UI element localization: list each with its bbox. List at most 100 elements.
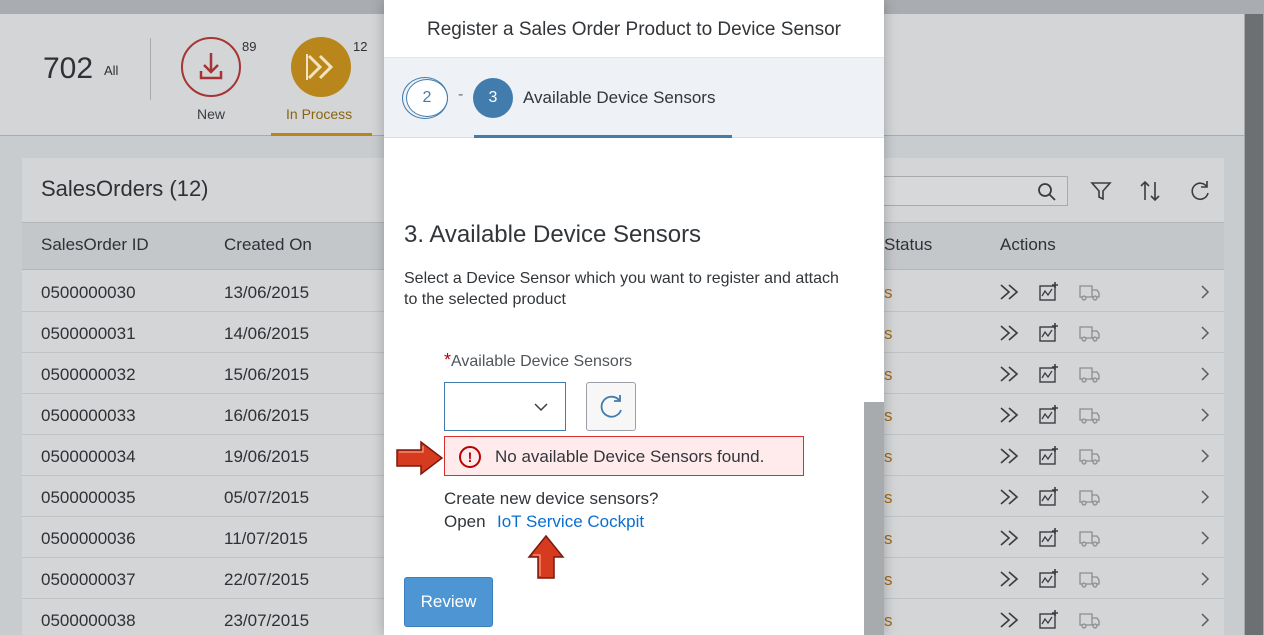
- fast-forward-icon: [306, 54, 334, 80]
- truck-icon[interactable]: [1078, 486, 1100, 508]
- status-cell: s: [884, 406, 893, 425]
- column-header-status[interactable]: Status: [884, 235, 932, 255]
- refresh-list-icon[interactable]: [1187, 178, 1213, 204]
- filter-icon[interactable]: [1088, 178, 1114, 204]
- wizard-separator: -: [458, 86, 464, 103]
- salesorder-id-cell: 0500000038: [41, 611, 136, 630]
- fast-forward-icon[interactable]: [998, 281, 1020, 303]
- salesorder-id-cell: 0500000030: [41, 283, 136, 302]
- open-label: Open: [444, 512, 486, 531]
- created-on-cell: 19/06/2015: [224, 447, 310, 466]
- fast-forward-icon[interactable]: [998, 486, 1020, 508]
- truck-icon[interactable]: [1078, 363, 1100, 385]
- status-cell: s: [884, 488, 893, 507]
- truck-icon[interactable]: [1078, 609, 1100, 631]
- list-title: SalesOrders (12): [41, 176, 209, 201]
- annotation-arrow-right-icon: [396, 440, 444, 476]
- truck-icon[interactable]: [1078, 568, 1100, 590]
- wizard-active-underline: [474, 135, 732, 138]
- fast-forward-icon[interactable]: [998, 527, 1020, 549]
- error-message-box: ! No available Device Sensors found.: [444, 436, 804, 476]
- salesorder-id-cell: 0500000032: [41, 365, 136, 384]
- status-cell: s: [884, 570, 893, 589]
- chevron-right-icon[interactable]: [1196, 609, 1218, 631]
- truck-icon[interactable]: [1078, 404, 1100, 426]
- field-label: *Available Device Sensors: [444, 350, 632, 371]
- chevron-right-icon[interactable]: [1196, 322, 1218, 344]
- chevron-right-icon[interactable]: [1196, 445, 1218, 467]
- status-cell: s: [884, 529, 893, 548]
- fast-forward-icon[interactable]: [998, 404, 1020, 426]
- add-chart-icon[interactable]: [1038, 281, 1060, 303]
- error-icon: !: [459, 446, 481, 468]
- annotation-arrow-up-icon: [527, 534, 565, 579]
- created-on-cell: 11/07/2015: [224, 529, 308, 548]
- error-message: No available Device Sensors found.: [495, 447, 765, 466]
- review-button[interactable]: Review: [404, 577, 493, 627]
- refresh-icon: [600, 395, 622, 418]
- tab-new[interactable]: [181, 37, 241, 97]
- chevron-right-icon[interactable]: [1196, 527, 1218, 549]
- chevron-right-icon[interactable]: [1196, 568, 1218, 590]
- created-on-cell: 15/06/2015: [224, 365, 310, 384]
- dialog-title: Register a Sales Order Product to Device…: [384, 0, 884, 58]
- search-input[interactable]: [860, 176, 1068, 206]
- chevron-right-icon[interactable]: [1196, 363, 1218, 385]
- chevron-right-icon[interactable]: [1196, 281, 1218, 303]
- download-icon: [199, 53, 223, 80]
- created-on-cell: 14/06/2015: [224, 324, 310, 343]
- salesorder-id-cell: 0500000034: [41, 447, 136, 466]
- add-chart-icon[interactable]: [1038, 568, 1060, 590]
- page-scrollbar-thumb[interactable]: [1245, 14, 1263, 635]
- page-scrollbar[interactable]: [1244, 14, 1264, 635]
- created-on-cell: 05/07/2015: [224, 488, 310, 507]
- truck-icon[interactable]: [1078, 281, 1100, 303]
- add-chart-icon[interactable]: [1038, 404, 1060, 426]
- iot-service-cockpit-link[interactable]: IoT Service Cockpit: [497, 512, 644, 532]
- truck-icon[interactable]: [1078, 445, 1100, 467]
- create-sensors-question: Create new device sensors?: [444, 489, 659, 508]
- created-on-cell: 16/06/2015: [224, 406, 310, 425]
- chevron-right-icon[interactable]: [1196, 404, 1218, 426]
- device-sensor-select[interactable]: [444, 382, 566, 431]
- total-count: 702: [43, 52, 94, 85]
- salesorder-id-cell: 0500000037: [41, 570, 136, 589]
- add-chart-icon[interactable]: [1038, 486, 1060, 508]
- add-chart-icon[interactable]: [1038, 322, 1060, 344]
- tab-new-count: 89: [242, 39, 257, 54]
- fast-forward-icon[interactable]: [998, 568, 1020, 590]
- wizard-progress-bar: 2 - 3 Available Device Sensors: [384, 58, 884, 138]
- chevron-right-icon[interactable]: [1196, 486, 1218, 508]
- section-description: Select a Device Sensor which you want to…: [404, 270, 839, 308]
- truck-icon[interactable]: [1078, 527, 1100, 549]
- tab-in-process[interactable]: [291, 37, 351, 97]
- tab-selected-indicator: [271, 133, 372, 136]
- dialog-scrollbar[interactable]: [864, 402, 884, 635]
- column-header-salesorder-id[interactable]: SalesOrder ID: [41, 235, 149, 255]
- column-header-created-on[interactable]: Created On: [224, 235, 312, 255]
- add-chart-icon[interactable]: [1038, 363, 1060, 385]
- total-count-label: All: [104, 63, 119, 78]
- fast-forward-icon[interactable]: [998, 609, 1020, 631]
- status-cell: s: [884, 365, 893, 384]
- truck-icon[interactable]: [1078, 322, 1100, 344]
- add-chart-icon[interactable]: [1038, 445, 1060, 467]
- wizard-step-2[interactable]: 2: [406, 79, 448, 117]
- created-on-cell: 22/07/2015: [224, 570, 310, 589]
- salesorder-id-cell: 0500000035: [41, 488, 136, 507]
- search-icon[interactable]: [1037, 182, 1057, 202]
- tab-in-process-count: 12: [353, 39, 368, 54]
- fast-forward-icon[interactable]: [998, 322, 1020, 344]
- section-title: 3. Available Device Sensors: [404, 221, 702, 248]
- wizard-step-3[interactable]: 3: [473, 78, 513, 118]
- add-chart-icon[interactable]: [1038, 527, 1060, 549]
- chevron-down-icon[interactable]: [533, 399, 549, 415]
- fast-forward-icon[interactable]: [998, 363, 1020, 385]
- fast-forward-icon[interactable]: [998, 445, 1020, 467]
- add-chart-icon[interactable]: [1038, 609, 1060, 631]
- status-cell: s: [884, 324, 893, 343]
- sort-icon[interactable]: [1137, 178, 1163, 204]
- salesorder-id-cell: 0500000033: [41, 406, 136, 425]
- created-on-cell: 13/06/2015: [224, 283, 310, 302]
- refresh-sensors-button[interactable]: [586, 382, 636, 431]
